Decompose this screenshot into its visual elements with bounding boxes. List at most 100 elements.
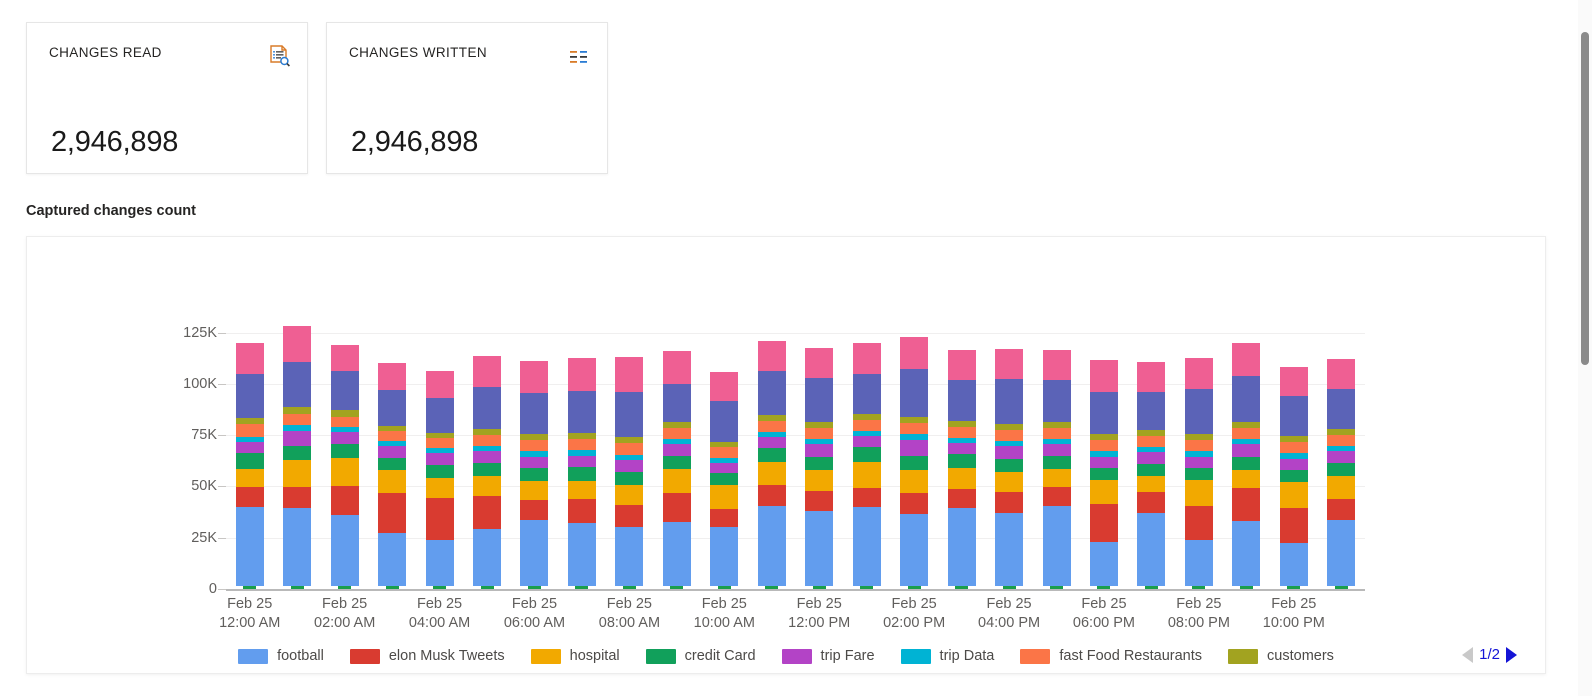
bar-segment[interactable] [852,373,881,414]
bar-segment[interactable] [1279,507,1308,543]
bar-stack[interactable] [615,357,644,589]
bar-segment[interactable] [907,585,921,589]
bar-segment[interactable] [425,371,454,399]
bar-segment[interactable] [425,453,454,465]
bar-segment[interactable] [670,585,684,589]
bar-segment[interactable] [473,435,502,447]
bar-stack[interactable] [757,340,786,589]
bar-stack[interactable] [1232,342,1261,589]
bar-stack[interactable] [283,325,312,589]
bar-segment[interactable] [330,457,359,487]
bar-segment[interactable] [805,427,834,440]
bar-segment[interactable] [1089,541,1118,586]
bar-segment[interactable] [805,347,834,378]
legend-item[interactable]: credit Card [645,648,756,664]
bar-segment[interactable] [1184,388,1213,435]
bar-segment[interactable] [900,336,929,370]
bar-segment[interactable] [662,455,691,469]
bar-segment[interactable] [1279,396,1308,437]
bar-segment[interactable] [900,469,929,494]
bar-segment[interactable] [425,464,454,479]
bar-segment[interactable] [805,456,834,470]
bar-segment[interactable] [378,533,407,586]
bar-segment[interactable] [947,349,976,380]
bar-segment[interactable] [1137,362,1166,392]
bar-segment[interactable] [1279,458,1308,470]
bar-stack[interactable] [900,336,929,589]
bar-segment[interactable] [1279,482,1308,508]
bar-segment[interactable] [1089,391,1118,435]
bar-segment[interactable] [710,462,739,473]
bar-segment[interactable] [995,492,1024,513]
bar-segment[interactable] [947,426,976,439]
bar-segment[interactable] [710,508,739,528]
bar-segment[interactable] [330,416,359,427]
bar-segment[interactable] [1137,452,1166,464]
bar-segment[interactable] [473,462,502,477]
bar-segment[interactable] [290,585,304,589]
bar-segment[interactable] [378,457,407,470]
bar-segment[interactable] [710,472,739,486]
bar-segment[interactable] [567,481,596,499]
bar-segment[interactable] [710,372,739,402]
bar-segment[interactable] [1042,487,1071,506]
bar-segment[interactable] [1232,521,1261,586]
bar-segment[interactable] [947,489,976,508]
bar-segment[interactable] [852,447,881,462]
bar-segment[interactable] [425,478,454,498]
bar-segment[interactable] [947,467,976,490]
bar-segment[interactable] [235,342,264,374]
bar-segment[interactable] [520,456,549,468]
bar-segment[interactable] [710,527,739,586]
bar-segment[interactable] [330,344,359,372]
bar-segment[interactable] [1279,542,1308,586]
bar-segment[interactable] [1184,505,1213,540]
bar-segment[interactable] [378,493,407,534]
bar-segment[interactable] [995,429,1024,442]
kpi-card-changes-written[interactable]: CHANGES WRITTEN 2,946,898 [326,22,608,174]
bar-segment[interactable] [235,487,264,507]
bar-segment[interactable] [1184,440,1213,452]
bar-segment[interactable] [955,585,969,589]
bar-segment[interactable] [425,438,454,449]
stacked-bar-chart[interactable]: 0 25K 50K 75K 100K 125K Feb 25 12:00 AM Feb 25 0… [27,237,1545,673]
bar-segment[interactable] [425,398,454,433]
bar-segment[interactable] [710,401,739,443]
legend-item[interactable]: hospital [530,648,620,664]
bar-stack[interactable] [995,348,1024,589]
bar-segment[interactable] [1144,585,1158,589]
bar-segment[interactable] [757,437,786,449]
bar-segment[interactable] [1097,585,1111,589]
bar-segment[interactable] [1192,585,1206,589]
bar-segment[interactable] [757,485,786,506]
bar-stack[interactable] [662,350,691,589]
bar-segment[interactable] [567,523,596,586]
bar-segment[interactable] [662,444,691,456]
bar-stack[interactable] [947,349,976,589]
bar-segment[interactable] [947,443,976,455]
bar-segment[interactable] [433,585,447,589]
bar-segment[interactable] [1184,467,1213,481]
bar-segment[interactable] [1287,585,1301,589]
bar-stack[interactable] [1279,367,1308,589]
bar-stack[interactable] [425,371,454,589]
bar-segment[interactable] [852,488,881,507]
bar-segment[interactable] [757,340,786,372]
bar-segment[interactable] [1137,476,1166,493]
bar-segment[interactable] [473,386,502,429]
legend-item[interactable]: trip Data [900,648,994,664]
bar-stack[interactable] [1184,358,1213,589]
bar-stack[interactable] [805,347,834,589]
bar-segment[interactable] [520,361,549,393]
bar-segment[interactable] [330,431,359,445]
bar-segment[interactable] [615,504,644,528]
bar-segment[interactable] [1327,520,1356,586]
bar-segment[interactable] [283,445,312,461]
bar-stack[interactable] [473,356,502,589]
bar-segment[interactable] [947,379,976,421]
bar-segment[interactable] [757,461,786,486]
bar-segment[interactable] [995,378,1024,424]
bar-segment[interactable] [235,453,264,469]
bar-segment[interactable] [995,512,1024,586]
bar-segment[interactable] [243,585,257,589]
